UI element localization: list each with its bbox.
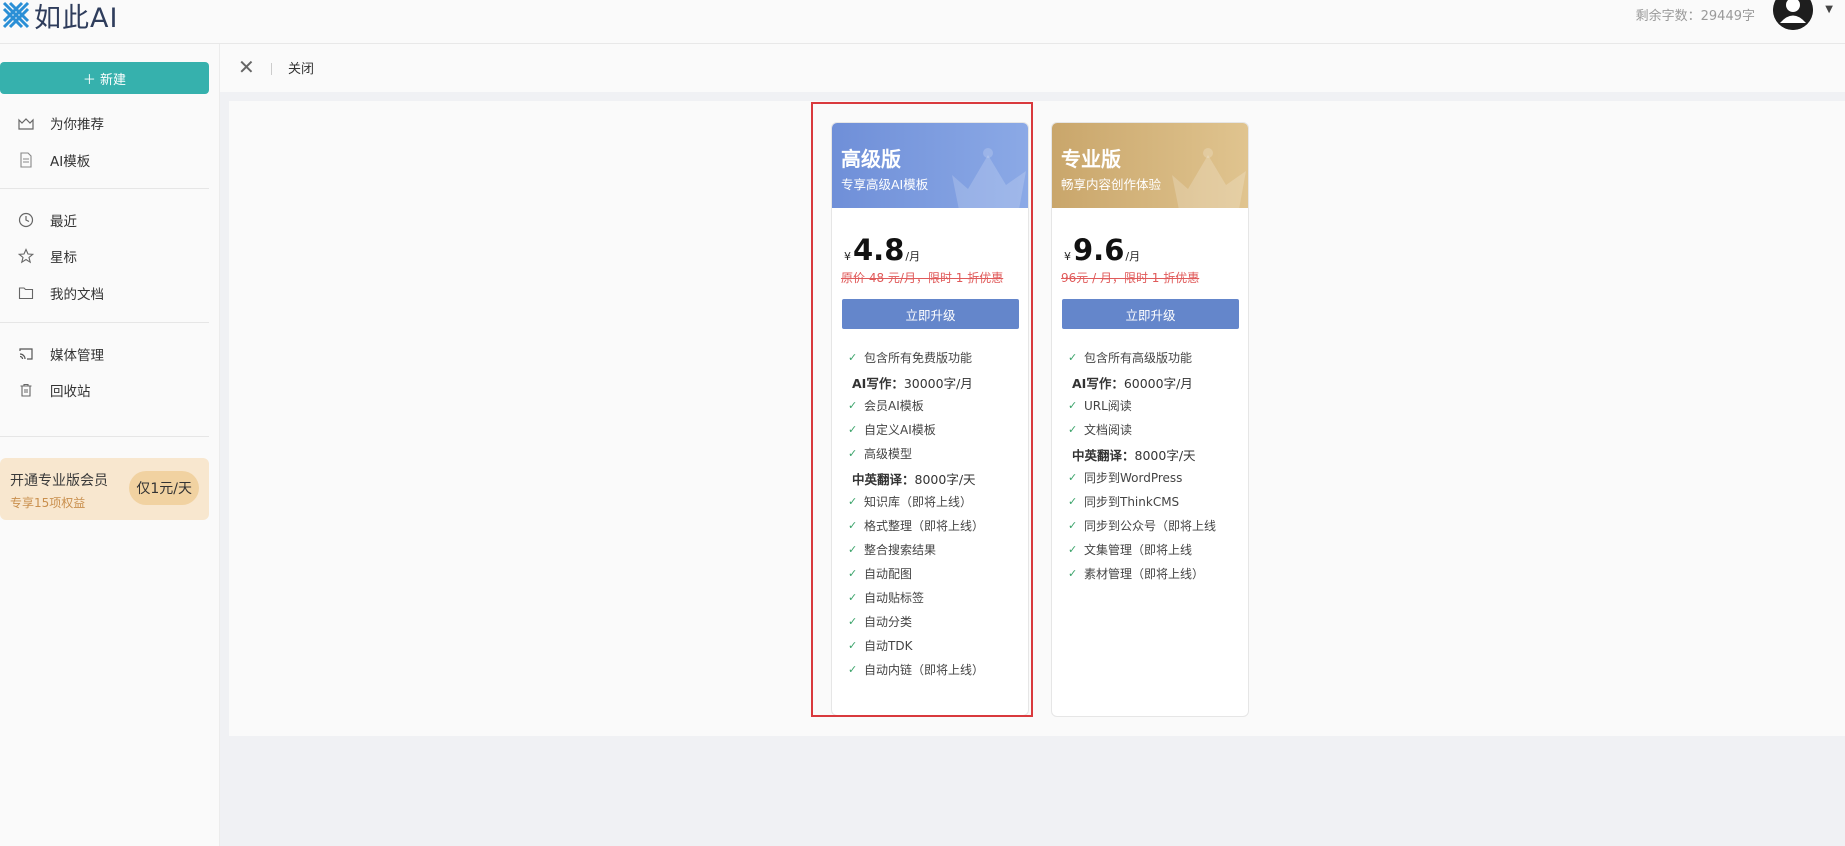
check-icon: ✓	[1068, 543, 1078, 556]
plan-header: 专业版 畅享内容创作体验	[1052, 123, 1248, 208]
sidebar-item-recent[interactable]: 最近	[18, 208, 77, 232]
promo-subtitle: 专享15项权益	[10, 496, 86, 510]
check-icon: ✓	[1068, 567, 1078, 580]
sidebar-item-trash[interactable]: 回收站	[18, 378, 91, 402]
selection-highlight	[811, 102, 1033, 717]
feature-label: 素材管理（即将上线）	[1084, 567, 1205, 581]
sidebar-item-label: 为你推荐	[50, 117, 104, 133]
feature-heading-value: 60000字/月	[1123, 376, 1193, 391]
sidebar-item-label: AI模板	[50, 154, 91, 170]
feature-label: 同步到WordPress	[1084, 471, 1183, 485]
cast-icon	[19, 348, 33, 360]
user-avatar[interactable]	[1773, 0, 1813, 30]
feature-heading-label: AI写作：	[1072, 376, 1124, 391]
logo[interactable]: 如此AI	[0, 0, 118, 34]
feature-label: 包含所有高级版功能	[1084, 351, 1193, 365]
promo-price-pill[interactable]: 仅1元/天	[129, 471, 199, 505]
user-icon	[1773, 0, 1813, 30]
plan-price: 9.6	[1073, 233, 1125, 267]
brand-name: 如此AI	[34, 2, 119, 34]
feature-heading-value: 8000字/天	[1134, 448, 1196, 463]
divider	[0, 436, 209, 437]
feature-label: 文档阅读	[1084, 423, 1133, 437]
feature-heading: AI写作： 60000字/月	[1072, 373, 1193, 392]
original-price: 96元 / 月，限时 1 折优惠	[1061, 271, 1200, 285]
feature-item: ✓ URL阅读	[1068, 397, 1132, 414]
plan-card-pro: 专业版 畅享内容创作体验 ¥ 9.6 /月 96元 / 月，限时 1 折优惠 立…	[1051, 122, 1249, 717]
currency-symbol: ¥	[1064, 250, 1071, 263]
clock-icon	[18, 212, 34, 228]
sidebar-item-media[interactable]: 媒体管理	[18, 342, 104, 366]
crown-icon	[1172, 148, 1246, 208]
close-button[interactable]: 关闭	[288, 58, 314, 77]
check-icon: ✓	[1068, 471, 1078, 484]
document-icon	[20, 152, 32, 168]
divider	[0, 322, 209, 323]
separator	[271, 63, 272, 75]
check-icon: ✓	[1068, 423, 1078, 436]
check-icon: ✓	[1068, 495, 1078, 508]
close-icon[interactable]: ✕	[238, 55, 255, 79]
remaining-words: 剩余字数：29449字	[1635, 9, 1755, 24]
sidebar-item-label: 星标	[50, 250, 77, 266]
feature-label: URL阅读	[1084, 399, 1132, 413]
feature-heading-label: 中英翻译：	[1072, 448, 1135, 463]
price-period: /月	[1125, 250, 1141, 263]
sidebar-item-starred[interactable]: 星标	[18, 244, 77, 268]
trash-icon	[20, 383, 32, 397]
sidebar-item-label: 媒体管理	[50, 348, 104, 364]
inbox-icon	[18, 118, 34, 130]
feature-item: ✓ 文档阅读	[1068, 421, 1132, 438]
sidebar-item-label: 我的文档	[50, 287, 104, 303]
logo-mark-icon	[2, 1, 30, 29]
plan-name: 专业版	[1061, 147, 1121, 171]
feature-label: 同步到公众号（即将上线	[1084, 519, 1217, 533]
check-icon: ✓	[1068, 519, 1078, 532]
feature-item: ✓ 包含所有高级版功能	[1068, 349, 1192, 366]
feature-label: 同步到ThinkCMS	[1084, 495, 1180, 509]
feature-item: ✓ 同步到ThinkCMS	[1068, 493, 1179, 510]
sidebar-item-recommend[interactable]: 为你推荐	[18, 111, 104, 135]
folder-icon	[18, 287, 34, 300]
feature-item: ✓ 素材管理（即将上线）	[1068, 565, 1204, 582]
sub-toolbar: ✕ 关闭	[220, 44, 1845, 92]
feature-heading: 中英翻译： 8000字/天	[1072, 445, 1196, 464]
sidebar-item-ai-templates[interactable]: AI模板	[18, 148, 90, 172]
feature-item: ✓ 同步到WordPress	[1068, 469, 1182, 486]
check-icon: ✓	[1068, 351, 1078, 364]
new-button[interactable]: ＋ 新建	[0, 62, 209, 94]
divider	[0, 188, 209, 189]
sidebar: ＋ 新建 为你推荐 AI模板 最近 星标 我的文档 媒体管理 回收站 开通专业版…	[0, 44, 220, 846]
promo-title: 开通专业版会员	[10, 473, 108, 489]
feature-label: 文集管理（即将上线	[1084, 543, 1193, 557]
upgrade-button[interactable]: 立即升级	[1062, 299, 1239, 329]
pricing-panel	[229, 101, 1845, 736]
feature-item: ✓ 同步到公众号（即将上线	[1068, 517, 1216, 534]
sidebar-item-label: 回收站	[50, 384, 91, 400]
sidebar-item-my-docs[interactable]: 我的文档	[18, 281, 104, 305]
sidebar-item-label: 最近	[50, 214, 77, 230]
top-bar: 如此AI 剩余字数：29449字 ▼	[0, 0, 1845, 44]
star-icon	[18, 248, 34, 264]
chevron-down-icon[interactable]: ▼	[1825, 4, 1833, 15]
check-icon: ✓	[1068, 399, 1078, 412]
plan-subtitle: 畅享内容创作体验	[1061, 177, 1162, 192]
price-row: ¥ 9.6 /月	[1064, 233, 1140, 267]
upgrade-promo[interactable]: 开通专业版会员 专享15项权益 仅1元/天	[0, 458, 209, 520]
feature-item: ✓ 文集管理（即将上线	[1068, 541, 1192, 558]
